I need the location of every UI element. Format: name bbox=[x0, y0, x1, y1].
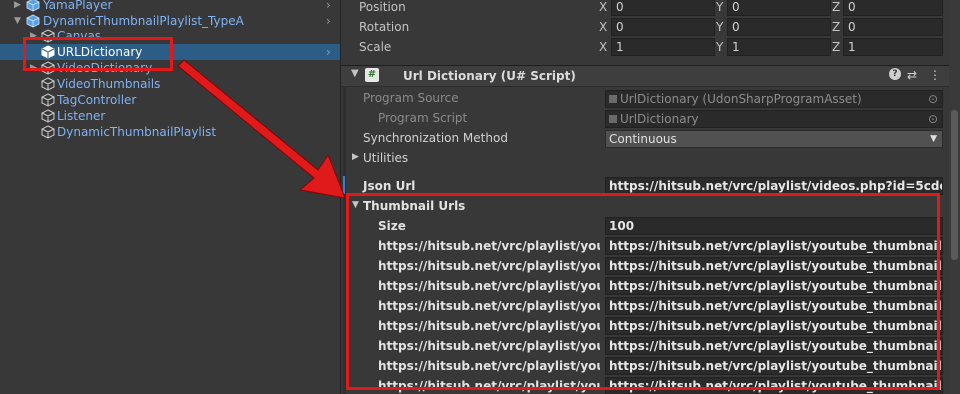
annotation-arrow bbox=[177, 59, 346, 199]
